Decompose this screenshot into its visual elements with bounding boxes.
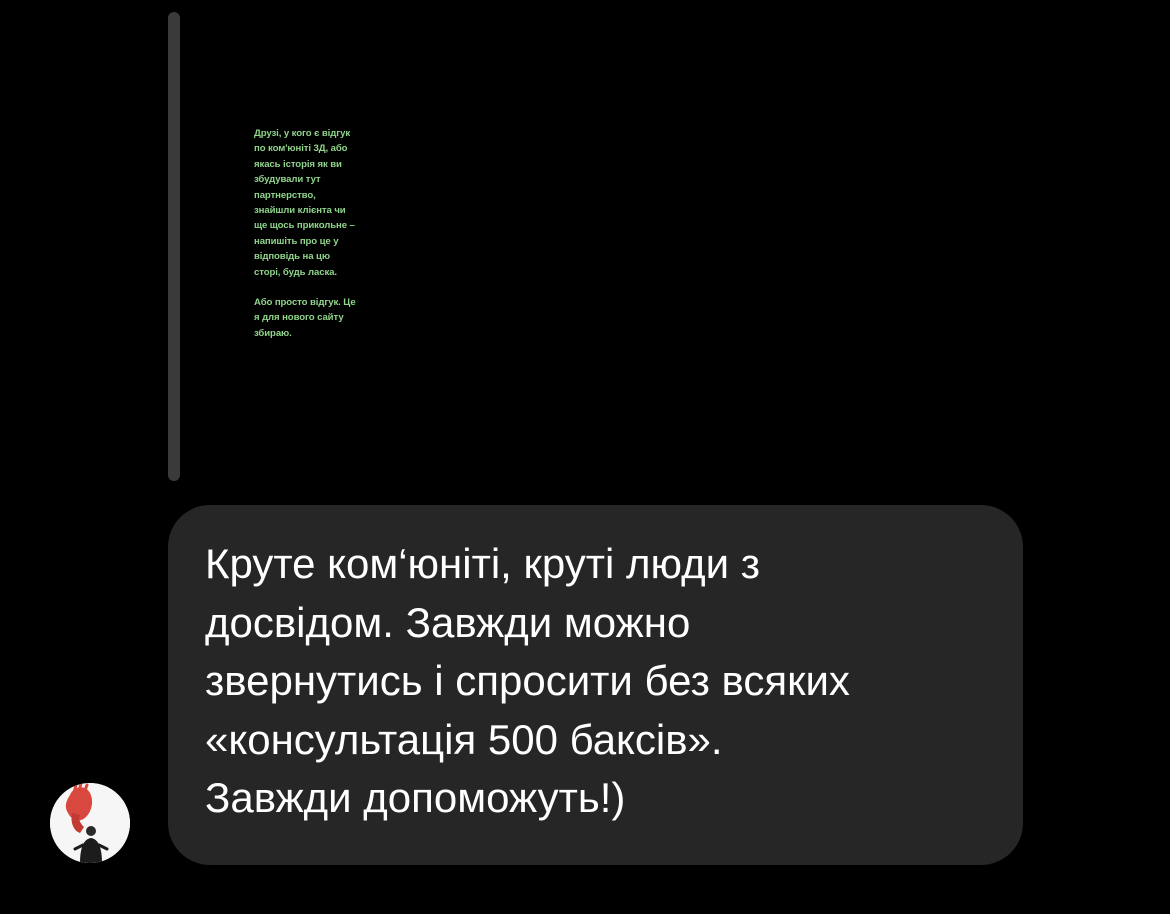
story-text: Друзі, у кого є відгук по ком'юніті 3Д, … — [254, 126, 390, 356]
message-bubble[interactable]: Круте ком‘юніті, круті люди з досвідом. … — [168, 505, 1023, 865]
story-paragraph-1: Друзі, у кого є відгук по ком'юніті 3Д, … — [254, 128, 355, 278]
message-text: Круте ком‘юніті, круті люди з досвідом. … — [205, 540, 850, 821]
story-paragraph-2: Або просто відгук. Це я для нового сайту… — [254, 297, 356, 339]
chat-thread: Друзі, у кого є відгук по ком'юніті 3Д, … — [0, 0, 1170, 914]
reply-indicator-bar — [168, 12, 180, 481]
user-avatar-photo-icon — [50, 783, 130, 863]
sender-avatar[interactable] — [48, 781, 132, 865]
replied-story-preview[interactable]: Друзі, у кого є відгук по ком'юніті 3Д, … — [216, 14, 478, 476]
